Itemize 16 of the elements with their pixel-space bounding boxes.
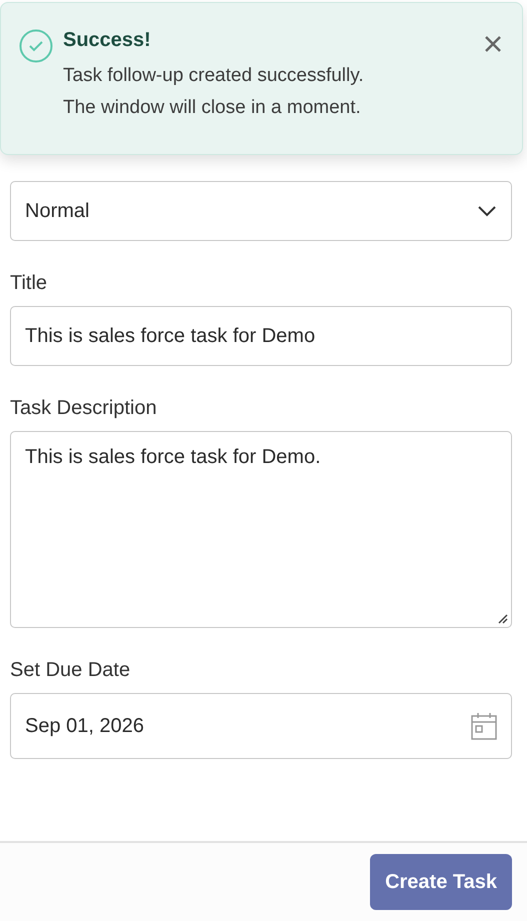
date-field[interactable]: Sep 01, 2026 (10, 693, 512, 759)
toast-message: The window will close in a moment. (63, 96, 362, 120)
toast-message: Task follow-up created successfully. (63, 64, 365, 88)
priority-select[interactable]: Normal (10, 181, 512, 241)
create-task-button[interactable]: Create Task (370, 854, 512, 910)
field-label: Task Description (10, 396, 158, 420)
close-icon[interactable] (484, 35, 502, 53)
chevron-down-icon (477, 205, 497, 217)
field-label: Title (10, 271, 48, 295)
resize-handle-icon[interactable] (498, 614, 508, 624)
field-label: Set Due Date (10, 658, 132, 682)
check-circle-icon (19, 29, 53, 63)
toast-title: Success! (63, 29, 152, 52)
description-field[interactable]: This is sales force task for Demo. (10, 431, 512, 628)
calendar-icon[interactable] (471, 712, 497, 740)
title-field[interactable]: This is sales force task for Demo (10, 306, 512, 366)
